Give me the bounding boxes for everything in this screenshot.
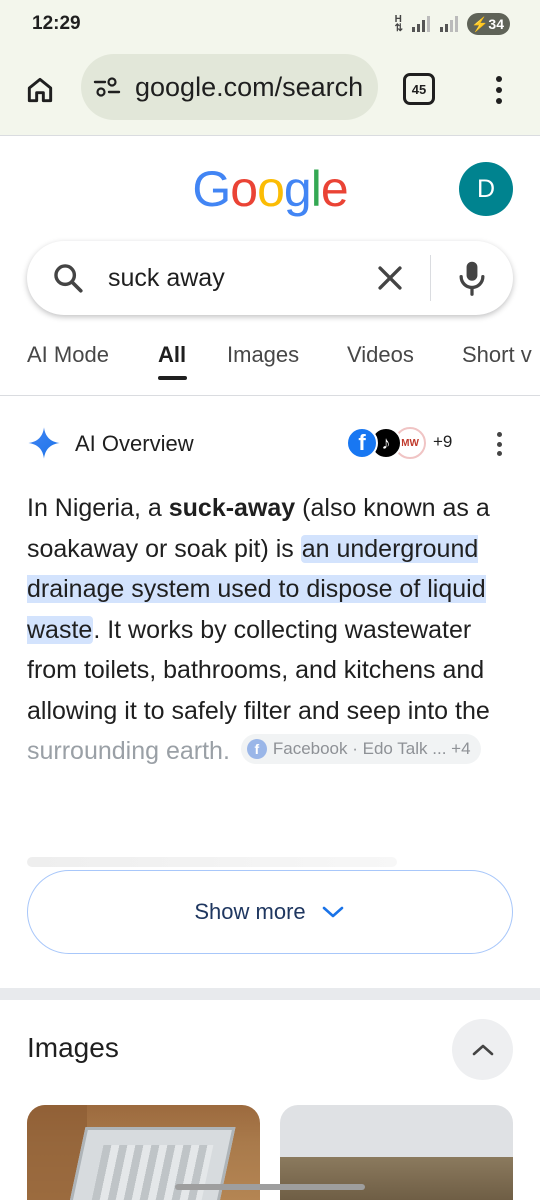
charging-icon: ⚡	[470, 15, 489, 32]
home-button[interactable]	[20, 70, 60, 110]
ai-text-faded: surrounding earth.	[27, 737, 230, 765]
ai-overview-header: AI Overview f ♪ MW +9	[27, 425, 513, 461]
ai-text-bold: suck-away	[168, 494, 296, 522]
source-favicons[interactable]: f ♪ MW	[346, 425, 436, 461]
ai-overview-text: In Nigeria, a suck-away (also known as a…	[27, 488, 517, 772]
faded-content	[27, 857, 397, 867]
network-type: H ⇅	[394, 14, 403, 34]
tab-images[interactable]: Images	[227, 342, 299, 368]
account-avatar[interactable]: D	[459, 162, 513, 216]
facebook-icon: f	[346, 427, 378, 459]
browser-menu-button[interactable]	[485, 70, 513, 110]
ai-text-part1: In Nigeria, a	[27, 494, 169, 522]
facebook-icon: f	[246, 739, 267, 760]
ai-overview-menu-button[interactable]	[494, 432, 504, 456]
show-more-label: Show more	[194, 899, 306, 924]
tab-ai-mode[interactable]: AI Mode	[27, 342, 109, 368]
search-tabs: AI Mode All Images Videos Short v	[0, 328, 540, 396]
tab-videos[interactable]: Videos	[347, 342, 414, 368]
ai-text-part3: . It works by collecting wastewater from…	[27, 615, 490, 725]
site-settings-icon[interactable]	[93, 76, 121, 98]
source-chip-count: +4	[451, 739, 471, 759]
image-tank-grid	[90, 1145, 214, 1200]
show-more-button[interactable]: Show more	[27, 870, 513, 954]
search-box[interactable]: suck away	[27, 241, 513, 315]
ai-overview-title: AI Overview	[75, 431, 194, 456]
search-icon	[54, 264, 83, 293]
clear-search-icon[interactable]	[373, 261, 407, 295]
status-bar: 12:29 H ⇅ ⚡ 34	[0, 0, 540, 50]
battery-indicator: ⚡ 34	[466, 13, 510, 35]
address-bar[interactable]: google.com/search	[81, 54, 378, 120]
source-chip[interactable]: f Facebook · Edo Talk ... +4	[240, 734, 481, 765]
url-text[interactable]: google.com/search	[135, 72, 363, 103]
active-tab-indicator	[158, 376, 187, 380]
source-chip-text: Facebook · Edo Talk ...	[272, 739, 447, 759]
tab-all[interactable]: All	[158, 342, 186, 368]
images-section-title: Images	[27, 1032, 119, 1063]
browser-toolbar: google.com/search 45	[0, 50, 540, 136]
search-divider	[430, 255, 431, 301]
sparkle-icon	[28, 427, 60, 459]
more-sources-count[interactable]: +9	[433, 432, 452, 452]
signal-icon	[411, 16, 430, 32]
status-time: 12:29	[32, 13, 81, 34]
chevron-down-icon	[322, 906, 343, 918]
status-icons: H ⇅ ⚡ 34	[395, 13, 510, 35]
search-input[interactable]: suck away	[108, 264, 225, 293]
home-indicator[interactable]	[175, 1184, 365, 1190]
signal-icon-2	[439, 16, 458, 32]
chevron-up-icon	[472, 1044, 493, 1055]
tab-switcher-button[interactable]: 45	[403, 73, 435, 105]
image-ground	[280, 1157, 513, 1200]
microphone-icon[interactable]	[455, 259, 489, 297]
home-icon	[27, 77, 53, 103]
tab-short-videos[interactable]: Short v	[462, 342, 532, 368]
collapse-images-button[interactable]	[452, 1019, 513, 1080]
section-divider	[0, 988, 540, 1000]
